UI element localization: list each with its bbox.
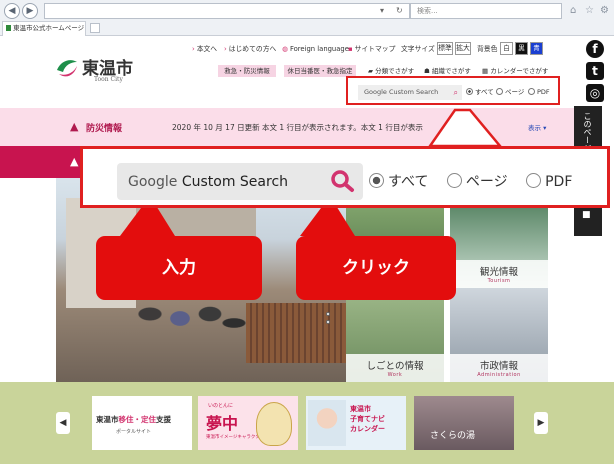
arrow-icon: › <box>192 45 195 53</box>
disaster-body: 本文 1 行目が表示されます。本文 1 行目が表示 <box>262 123 423 132</box>
link-first-visit[interactable]: › はじめての方へ <box>224 44 276 54</box>
hero-pager <box>326 312 331 328</box>
link-sitemap[interactable]: ▪ サイトマップ <box>348 44 395 54</box>
callout-click: クリック <box>296 236 456 300</box>
disaster-show-toggle[interactable]: 表示 ▾ <box>528 122 546 132</box>
radio-pdf[interactable]: PDF <box>526 173 572 191</box>
favorites-star-icon[interactable]: ☆ <box>585 3 594 19</box>
bg-white-button[interactable]: 白 <box>500 42 513 55</box>
disaster-title: 防災情報 <box>86 124 123 134</box>
browser-search-input[interactable]: 検索... <box>410 3 562 19</box>
hero-dot[interactable] <box>326 312 330 316</box>
trash-icon[interactable]: ■ <box>582 210 591 220</box>
refresh-icon[interactable]: ↻ <box>396 3 403 19</box>
forward-icon[interactable]: ▶ <box>22 3 38 19</box>
instagram-icon[interactable]: ◎ <box>586 84 604 102</box>
calendar-icon: ▦ <box>482 67 491 75</box>
mascot-image <box>256 402 292 446</box>
bg-blue-button[interactable]: 青 <box>530 42 543 55</box>
hero-dot[interactable] <box>326 320 330 324</box>
radio-page[interactable]: ページ <box>446 173 508 191</box>
carousel-prev-icon[interactable]: ◀ <box>56 412 70 434</box>
disaster-info-bar: ▲ 防災情報 2020 年 10 月 17 日更新 本文 1 行目が表示されます… <box>0 108 574 146</box>
site-logo-sub: Toon City <box>94 76 123 83</box>
carousel-next-icon[interactable]: ▶ <box>534 412 548 434</box>
warning-icon: ▲ <box>70 155 79 168</box>
sitemap-icon: ▪ <box>348 45 353 53</box>
disaster-date: 2020 年 10 月 17 日更新 <box>172 123 260 132</box>
arrow-icon: › <box>224 45 227 53</box>
text-size-label: 文字サイズ <box>401 45 435 53</box>
zoomed-search-input[interactable]: Google Custom Search <box>117 163 363 200</box>
callout-input: 入力 <box>96 236 262 300</box>
zoomed-search-panel: Google Custom Search すべて ページ PDF <box>80 146 610 208</box>
link-search-category[interactable]: ▰ 分類でさがす <box>368 66 414 76</box>
people-icon: ☗ <box>424 67 432 75</box>
radio-all[interactable]: すべて <box>369 173 428 191</box>
tab-favicon-icon <box>6 25 11 31</box>
globe-icon: ◍ <box>282 45 288 53</box>
tile-administration[interactable]: 市政情報 Administration <box>450 288 548 382</box>
address-dropdown-icon[interactable]: ▾ <box>380 3 384 19</box>
city-logo-icon[interactable] <box>55 56 79 80</box>
twitter-icon[interactable]: t <box>586 62 604 80</box>
emergency-info-button[interactable]: 救急・防災情報 <box>218 65 276 77</box>
text-size-large-button[interactable]: 拡大 <box>455 42 471 55</box>
tab-title: 東温市公式ホームページ <box>13 24 85 32</box>
tile-tourism[interactable]: 観光情報 Tourism <box>450 208 548 288</box>
baby-photo <box>308 400 346 446</box>
link-skip-to-content[interactable]: › 本文へ <box>192 44 217 54</box>
banner-relocation[interactable]: 東温市移住・定住支援 ポータルサイト <box>92 396 192 450</box>
warning-icon: ▲ <box>70 120 79 133</box>
back-icon[interactable]: ◀ <box>4 3 20 19</box>
text-size-standard-button[interactable]: 標準 <box>437 42 453 55</box>
banner-character[interactable]: いのとんに 夢中 東温市イメージキャラクター <box>198 396 298 450</box>
search-highlight-box <box>346 76 560 105</box>
link-search-organization[interactable]: ☗ 組織でさがす <box>424 66 471 76</box>
browser-chrome: ◀ ▶ ▾ ↻ 検索... ⌂ ☆ ⚙ 東温市公式ホームページ <box>0 0 614 36</box>
banner-childcare[interactable]: 東温市 子育てナビ カレンダー <box>306 396 406 450</box>
banner-sakura-onsen[interactable]: さくらの湯 <box>414 396 514 450</box>
link-search-calendar[interactable]: ▦ カレンダーでさがす <box>482 66 548 76</box>
facebook-icon[interactable]: f <box>586 40 604 58</box>
emergency-bar: ▲ <box>0 146 82 178</box>
home-icon[interactable]: ⌂ <box>570 3 576 19</box>
search-icon[interactable] <box>328 169 356 193</box>
link-foreign-language[interactable]: ◍ Foreign language <box>282 44 349 54</box>
search-scope-radios: すべて ページ PDF <box>369 173 586 191</box>
new-tab-button[interactable] <box>90 23 100 33</box>
settings-gear-icon[interactable]: ⚙ <box>600 3 609 19</box>
banner-carousel: ◀ 東温市移住・定住支援 ポータルサイト いのとんに 夢中 東温市イメージキャラ… <box>0 382 614 464</box>
bg-black-button[interactable]: 黒 <box>515 42 528 55</box>
bg-color-label: 背景色 <box>477 45 498 53</box>
browser-tab[interactable]: 東温市公式ホームページ <box>2 21 86 36</box>
tile-work[interactable]: しごとの情報 Work <box>346 288 444 382</box>
address-bar[interactable] <box>44 3 410 19</box>
